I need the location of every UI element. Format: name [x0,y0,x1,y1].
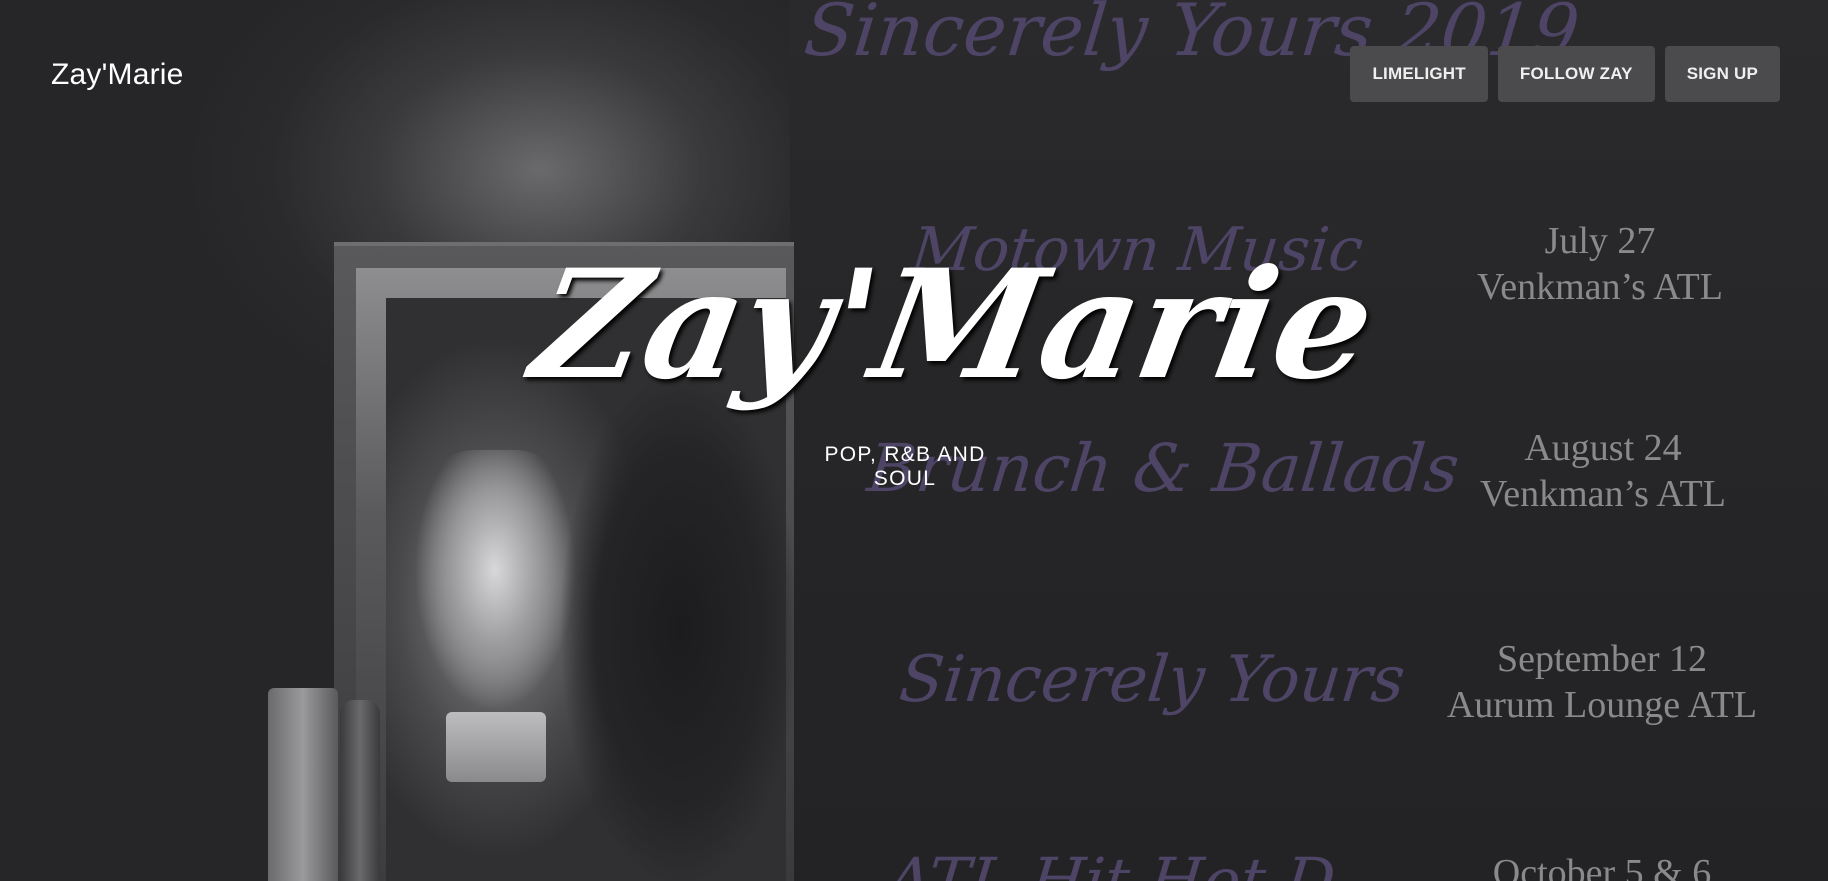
paper-towel-roll [268,688,338,881]
event-name-atl: ATL Hit Hot D [883,844,1339,881]
event-name-sincerely: Sincerely Yours [896,643,1409,717]
bottle [340,700,380,881]
site-logo-link[interactable]: Zay'Marie [51,58,184,92]
event-date-4: October 5 & 6 [1392,850,1812,881]
event-date-text: August 24 [1524,427,1682,469]
follow-zay-button[interactable]: FOLLOW ZAY [1497,46,1655,102]
event-venue-text: Aurum Lounge ATL [1446,684,1758,726]
event-date-2: August 24 Venkman’s ATL [1393,425,1813,517]
event-date-text: October 5 & 6 [1492,852,1712,881]
event-venue-text: Venkman’s ATL [1480,473,1726,515]
header-nav: LIMELIGHT FOLLOW ZAY SIGN UP [1350,46,1780,102]
singer-silhouette [560,370,800,881]
sign-up-button[interactable]: SIGN UP [1664,46,1780,102]
hero-subtitle: POP, R&B AND SOUL [824,443,986,490]
event-date-3: September 12 Aurum Lounge ATL [1392,636,1812,728]
event-date-text: September 12 [1496,638,1707,680]
jar [446,712,546,782]
hero-title: Zay'Marie [521,237,1387,413]
limelight-button[interactable]: LIMELIGHT [1350,46,1488,102]
hero-background: Sincerely Yours 2019 Motown Music Brunch… [0,0,1828,881]
